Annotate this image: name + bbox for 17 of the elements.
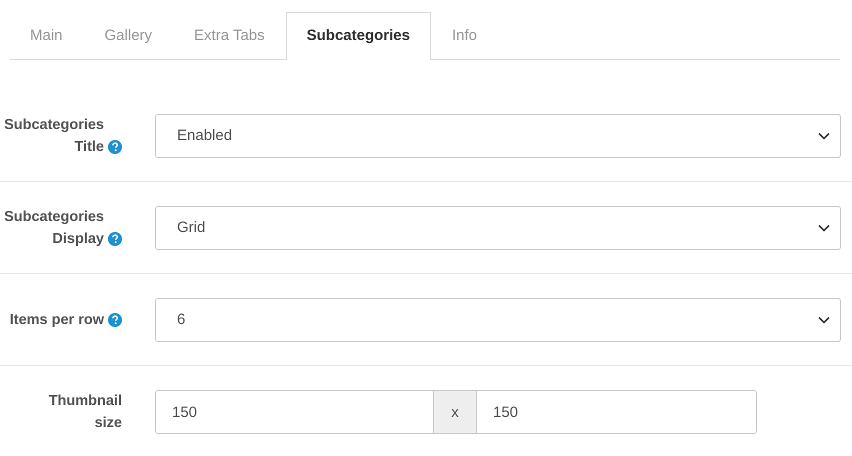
select-field[interactable]: 6 [155,298,841,342]
help-icon[interactable] [108,312,122,326]
select-field[interactable]: Grid [155,206,841,250]
help-icon[interactable] [108,232,122,246]
field-label: Thumbnail size [48,392,122,433]
tab[interactable]: Subcategories [286,12,431,60]
field-label: Subcategories Title [3,116,104,156]
height-input[interactable]: 150 [477,390,757,434]
select-field[interactable]: Enabled [155,114,841,158]
chevron-down-icon [818,224,830,232]
separator-addon: x [434,390,477,434]
chevron-down-icon [818,132,830,140]
width-input[interactable]: 150 [155,390,434,434]
help-icon[interactable] [108,140,122,154]
field-label: Items per row [10,310,104,330]
chevron-down-icon [818,316,830,324]
field-label: Subcategories Display [3,208,104,248]
